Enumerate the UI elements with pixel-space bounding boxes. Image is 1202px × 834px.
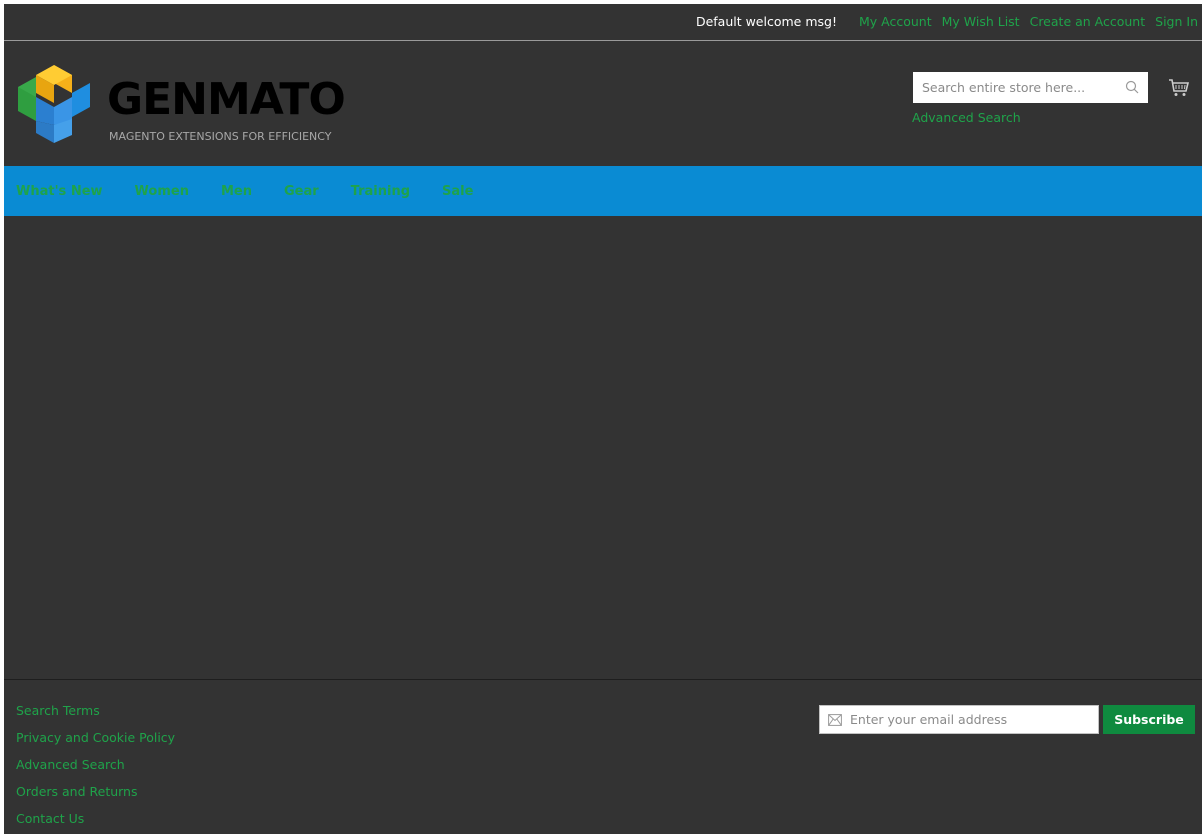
- envelope-icon: [828, 714, 842, 726]
- nav-item-gear[interactable]: Gear: [284, 184, 319, 199]
- nav-items: What's New Women Men Gear Training Sale: [16, 166, 505, 216]
- subscribe-button[interactable]: Subscribe: [1103, 705, 1195, 734]
- footer-link-contact-us[interactable]: Contact Us: [16, 811, 175, 834]
- advanced-search-link[interactable]: Advanced Search: [912, 110, 1021, 125]
- newsletter-field: [819, 705, 1099, 734]
- logo-tagline: MAGENTO EXTENSIONS FOR EFFICIENCY: [109, 130, 332, 143]
- footer-link-orders-returns[interactable]: Orders and Returns: [16, 784, 175, 811]
- my-wish-list-link[interactable]: My Wish List: [942, 14, 1020, 30]
- footer-link-privacy-policy[interactable]: Privacy and Cookie Policy: [16, 730, 175, 757]
- page-frame: Default welcome msg! My Account My Wish …: [4, 4, 1202, 834]
- nav-item-whats-new[interactable]: What's New: [16, 184, 103, 199]
- top-panel: Default welcome msg! My Account My Wish …: [4, 4, 1202, 41]
- search-input[interactable]: [913, 72, 1122, 103]
- search-icon[interactable]: [1125, 80, 1139, 94]
- nav-item-men[interactable]: Men: [221, 184, 252, 199]
- footer: Search Terms Privacy and Cookie Policy A…: [4, 679, 1202, 834]
- store-logo[interactable]: GENMATO MAGENTO EXTENSIONS FOR EFFICIENC…: [14, 63, 374, 147]
- nav-item-training[interactable]: Training: [351, 184, 410, 199]
- nav-item-women[interactable]: Women: [135, 184, 189, 199]
- logo-wordmark: GENMATO: [107, 74, 346, 125]
- top-links: Default welcome msg! My Account My Wish …: [696, 14, 1198, 30]
- nav-item-sale[interactable]: Sale: [442, 184, 473, 199]
- create-account-link[interactable]: Create an Account: [1030, 14, 1146, 30]
- footer-links: Search Terms Privacy and Cookie Policy A…: [16, 703, 175, 834]
- cart-icon[interactable]: [1168, 77, 1190, 99]
- sign-in-link[interactable]: Sign In: [1155, 14, 1198, 30]
- footer-link-advanced-search[interactable]: Advanced Search: [16, 757, 175, 784]
- welcome-message: Default welcome msg!: [695, 14, 837, 29]
- my-account-link[interactable]: My Account: [859, 14, 932, 30]
- newsletter-email-input[interactable]: [850, 706, 1090, 733]
- search-box: [913, 72, 1148, 103]
- header: GENMATO MAGENTO EXTENSIONS FOR EFFICIENC…: [4, 41, 1202, 169]
- footer-link-search-terms[interactable]: Search Terms: [16, 703, 175, 730]
- main-navigation: What's New Women Men Gear Training Sale: [4, 166, 1202, 216]
- cube-logo-icon: [18, 65, 90, 143]
